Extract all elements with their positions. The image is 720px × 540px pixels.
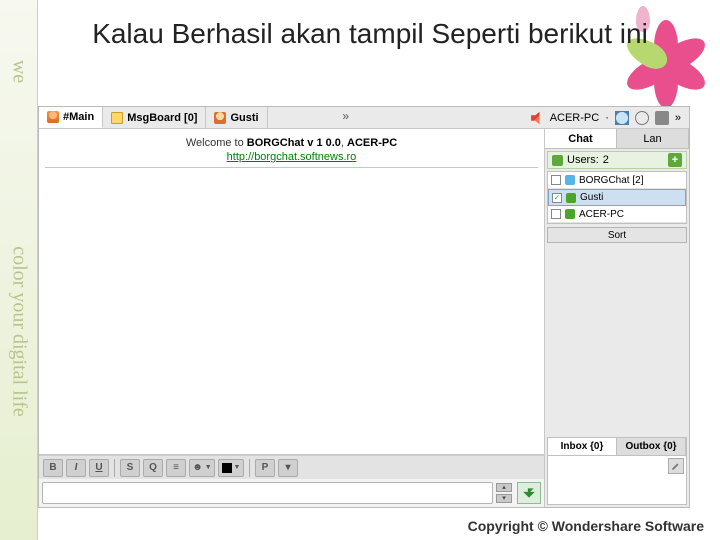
- user-row[interactable]: BORGChat [2]: [548, 172, 686, 189]
- divider: [45, 167, 538, 168]
- more-button[interactable]: ▾: [278, 459, 298, 477]
- peg-icon[interactable]: [655, 111, 669, 125]
- users-count: 2: [603, 154, 609, 166]
- italic-button[interactable]: I: [66, 459, 86, 477]
- toolbar-sep-1: [114, 459, 115, 477]
- emoji-icon: ☻: [192, 462, 203, 473]
- user-name: BORGChat [2]: [579, 175, 643, 186]
- status-circle-icon[interactable]: [635, 111, 649, 125]
- users-header: Users: 2 +: [547, 151, 687, 169]
- tab-msgboard[interactable]: MsgBoard [0]: [103, 107, 206, 128]
- send-button[interactable]: [517, 482, 541, 504]
- user-checkbox[interactable]: ✓: [552, 193, 562, 203]
- user-name: Gusti: [580, 192, 603, 203]
- bold-button[interactable]: B: [43, 459, 63, 477]
- globe-icon[interactable]: [615, 111, 629, 125]
- outbox-tab[interactable]: Outbox {0}: [617, 438, 686, 455]
- spin-up-button[interactable]: ▴: [496, 483, 512, 492]
- user-list: BORGChat [2] ✓ Gusti ACER-PC: [547, 171, 687, 224]
- tab-msgboard-label: MsgBoard [0]: [127, 112, 197, 124]
- color-button[interactable]: ▼: [218, 459, 244, 477]
- tab-user-label: Gusti: [230, 112, 258, 124]
- side-panel: Chat Lan Users: 2 + BORGChat [2] ✓ Gusti ACE…: [545, 129, 689, 507]
- user-row[interactable]: ACER-PC: [548, 206, 686, 223]
- user-status-icon: [565, 209, 575, 219]
- tab-main-label: #Main: [63, 111, 94, 123]
- strike-button[interactable]: S: [120, 459, 140, 477]
- mail-compose-button[interactable]: [668, 458, 684, 474]
- tab-main[interactable]: #Main: [39, 107, 103, 128]
- chat-log: Welcome to BORGChat v 1 0.0, ACER-PC htt…: [39, 129, 544, 455]
- status-pc-name: ACER-PC: [550, 112, 600, 124]
- tab-bar: #Main MsgBoard [0] Gusti » ACER-PC · »: [39, 107, 689, 129]
- status-bar: ACER-PC · »: [526, 107, 685, 129]
- user-checkbox[interactable]: [551, 209, 561, 219]
- slide-bg-sidebar: we color your digital life: [0, 0, 38, 540]
- tab-overflow[interactable]: »: [342, 109, 349, 123]
- mute-icon[interactable]: [530, 111, 544, 125]
- side-tabs: Chat Lan: [545, 129, 689, 149]
- sort-button[interactable]: Sort: [547, 227, 687, 243]
- user-status-icon: [565, 175, 575, 185]
- format-toolbar: B I U S Q ≡ ☻▼ ▼ P ▾: [39, 455, 544, 479]
- head-icon: [214, 112, 226, 124]
- welcome-link[interactable]: http://borgchat.softnews.ro: [45, 151, 538, 163]
- slide-title: Kalau Berhasil akan tampil Seperti berik…: [60, 18, 680, 50]
- color-swatch-icon: [222, 463, 232, 473]
- user-name: ACER-PC: [579, 209, 624, 220]
- mail-body: [547, 455, 687, 505]
- toolbar-sep-2: [249, 459, 250, 477]
- app-window: #Main MsgBoard [0] Gusti » ACER-PC · » W…: [38, 106, 690, 508]
- copyright: Copyright © Wondershare Software: [468, 518, 704, 534]
- bg-text-2: color your digital life: [7, 246, 30, 417]
- tab-user[interactable]: Gusti: [206, 107, 267, 128]
- users-icon: [552, 155, 563, 166]
- welcome-line: Welcome to BORGChat v 1 0.0, ACER-PC: [45, 137, 538, 149]
- spin-down-button[interactable]: ▾: [496, 494, 512, 503]
- doc-icon: [111, 112, 123, 124]
- user-status-icon: [566, 193, 576, 203]
- send-arrow-icon: [522, 486, 536, 500]
- input-row: ▴ ▾: [39, 479, 544, 507]
- bg-text-1: we: [7, 60, 30, 83]
- user-row[interactable]: ✓ Gusti: [548, 189, 686, 206]
- pencil-icon: [671, 461, 681, 471]
- user-icon: [47, 111, 59, 123]
- mail-tabs: Inbox {0} Outbox {0}: [547, 437, 687, 455]
- quote-button[interactable]: Q: [143, 459, 163, 477]
- users-label: Users:: [567, 154, 599, 166]
- message-input[interactable]: [42, 482, 493, 504]
- side-tab-lan[interactable]: Lan: [617, 129, 689, 148]
- welcome-appname: BORGChat v 1 0.0: [247, 137, 341, 149]
- emoji-button[interactable]: ☻▼: [189, 459, 215, 477]
- status-overflow[interactable]: »: [675, 112, 681, 124]
- spinner: ▴ ▾: [496, 480, 512, 506]
- underline-button[interactable]: U: [89, 459, 109, 477]
- add-user-button[interactable]: +: [668, 153, 682, 167]
- paint-button[interactable]: P: [255, 459, 275, 477]
- inbox-tab[interactable]: Inbox {0}: [548, 438, 617, 455]
- side-tab-chat[interactable]: Chat: [545, 129, 617, 148]
- chat-pane: Welcome to BORGChat v 1 0.0, ACER-PC htt…: [39, 129, 545, 507]
- welcome-pc: ACER-PC: [347, 137, 397, 149]
- list-button[interactable]: ≡: [166, 459, 186, 477]
- user-checkbox[interactable]: [551, 175, 561, 185]
- welcome-prefix: Welcome to: [186, 137, 247, 149]
